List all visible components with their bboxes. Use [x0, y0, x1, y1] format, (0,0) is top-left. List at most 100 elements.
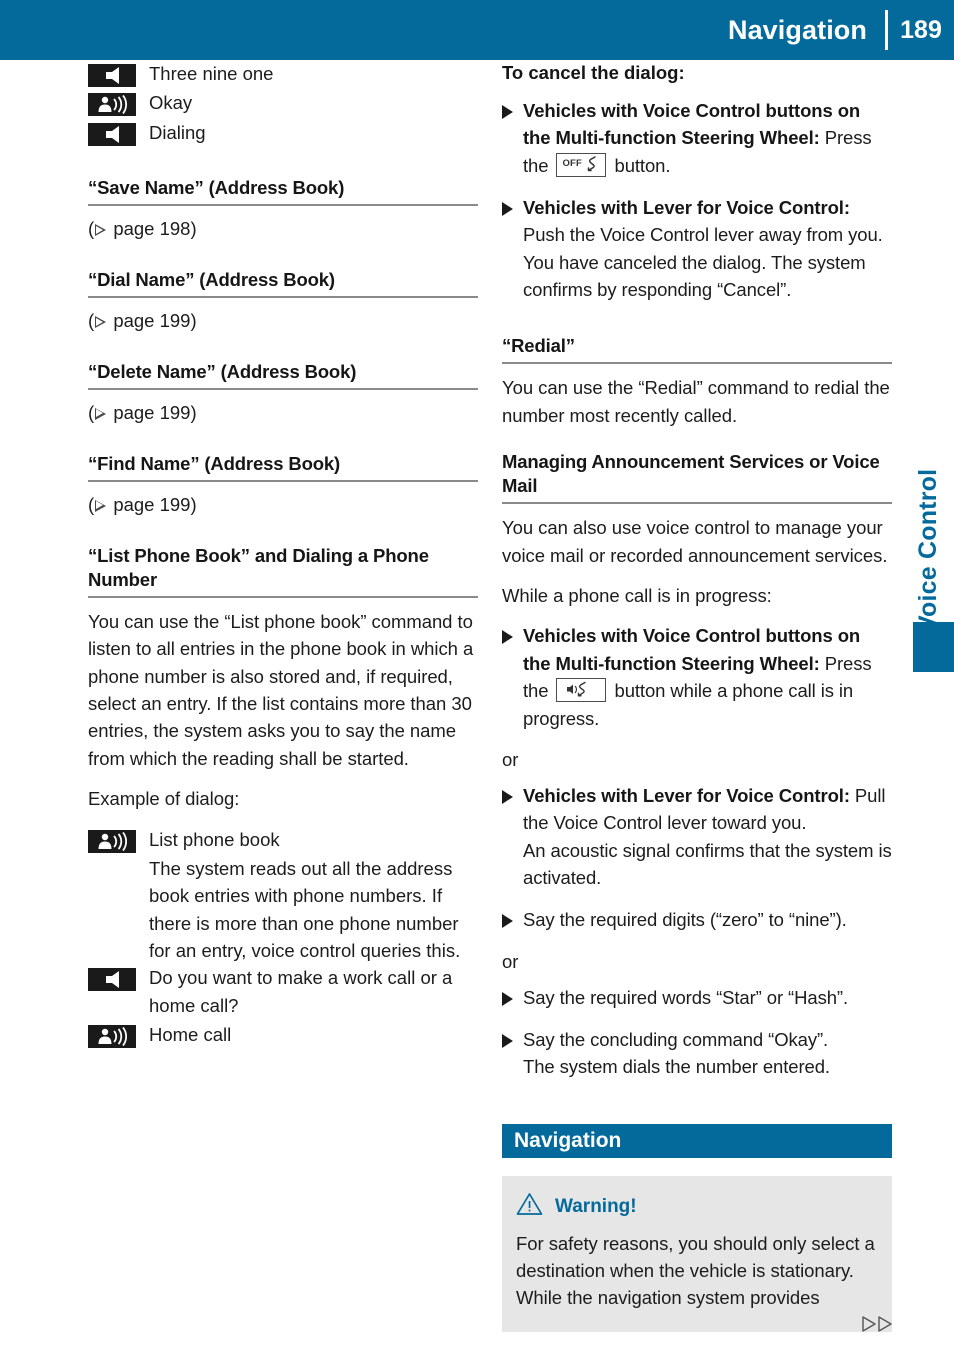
page-reference: ( page 199) [88, 402, 197, 424]
warning-triangle-icon [516, 1192, 543, 1221]
triangle-reference-icon [95, 408, 107, 421]
bullet-triangle-icon [502, 201, 513, 216]
page-reference-text[interactable]: page 198 [113, 218, 190, 239]
bullet-triangle-icon [502, 630, 513, 645]
bullet-item-cancel-mfsw: Vehicles with Voice Control buttons on t… [502, 97, 892, 179]
user-voice-icon [88, 93, 136, 117]
bullet-sub-text: The system dials the number entered. [523, 1056, 830, 1078]
left-column: Three nine one Okay Dialing “Save Name” … [88, 60, 478, 1051]
list-phone-book-body: You can use the “List phone book” comman… [88, 610, 474, 769]
hangup-off-button-icon[interactable]: OFF [556, 152, 607, 177]
bullet-text: Vehicles with Lever for Voice Control: P… [523, 782, 892, 892]
example-of-dialog-label: Example of dialog: [88, 788, 240, 810]
dialog-line-description: The system reads out all the address boo… [149, 857, 461, 962]
section-heading-announcement-services: Managing Announcement Services or Voice … [502, 450, 892, 505]
user-voice-icon [88, 1025, 136, 1049]
bullet-triangle-icon [502, 789, 513, 804]
dialog-line: List phone book [88, 826, 478, 853]
warning-title: Warning! [555, 1195, 637, 1217]
section-heading-save-name: “Save Name” (Address Book) [88, 176, 478, 207]
bullet-text: Say the required words “Star” or “Hash”. [523, 986, 849, 1008]
bullet-item-cancel-lever: Vehicles with Lever for Voice Control: P… [502, 194, 892, 304]
bullet-lead-bold: Vehicles with Lever for Voice Control: [523, 784, 850, 806]
bullet-text: Say the required digits (“zero” to “nine… [523, 909, 847, 931]
page-reference-text[interactable]: page 199 [113, 310, 190, 331]
warning-header: Warning! [516, 1192, 878, 1221]
right-column: To cancel the dialog: Vehicles with Voic… [502, 60, 892, 1332]
page-reference: ( page 199) [88, 493, 197, 515]
system-speaker-icon [88, 64, 136, 87]
page-header: Navigation 189 [0, 0, 954, 60]
dialog-block-example: List phone book The system reads out all… [88, 826, 478, 1049]
section-heading-delete-name: “Delete Name” (Address Book) [88, 360, 478, 391]
bullet-text: Say the concluding command “Okay”. The sy… [523, 1026, 830, 1081]
triangle-reference-icon [95, 224, 107, 237]
bullet-text-after-key: button. [609, 154, 671, 176]
page-reference-text[interactable]: page 199 [113, 494, 190, 515]
dialog-line: Do you want to make a work call or a hom… [88, 964, 478, 1019]
section-heading-find-name: “Find Name” (Address Book) [88, 452, 478, 482]
bullet-extra-line: You have canceled the dialog. The system… [523, 251, 866, 301]
section-heading-list-phone-book: “List Phone Book” and Dialing a Phone Nu… [88, 544, 478, 598]
bullet-text-body: Push the Voice Control lever away from y… [523, 224, 883, 246]
bullet-text: Vehicles with Lever for Voice Control: P… [523, 194, 892, 304]
or-label: or [502, 950, 519, 972]
bullet-lead-bold: Vehicles with Voice Control buttons on t… [523, 99, 861, 149]
system-speaker-icon [88, 968, 136, 992]
page-reference: ( page 198) [88, 218, 197, 240]
dialog-line-text: Home call [149, 1024, 232, 1046]
dialog-line: Okay [88, 89, 478, 117]
announcement-services-intro: While a phone call is in progress: [502, 585, 772, 607]
chapter-bar-label: Navigation [514, 1129, 622, 1153]
bullet-lead-bold: Vehicles with Voice Control buttons on t… [523, 625, 861, 674]
bullet-triangle-icon [502, 104, 513, 119]
continuation-marker [862, 1316, 896, 1337]
section-heading-redial: “Redial” [502, 334, 892, 365]
bullet-item-announce-lever: Vehicles with Lever for Voice Control: P… [502, 782, 892, 892]
bullet-triangle-icon [502, 914, 513, 929]
chapter-bar-navigation: Navigation [502, 1123, 892, 1158]
cancel-dialog-heading: To cancel the dialog: [502, 62, 685, 83]
page-reference-text[interactable]: page 199 [113, 402, 190, 423]
redial-body: You can use the “Redial” command to redi… [502, 377, 890, 426]
bullet-item-say-okay: Say the concluding command “Okay”. The sy… [502, 1026, 892, 1081]
system-speaker-icon [88, 122, 136, 146]
dialog-line: Three nine one [88, 60, 478, 87]
triangle-reference-icon [95, 499, 107, 512]
dialog-line-text: Do you want to make a work call or a hom… [149, 967, 453, 1016]
page-title: Navigation [727, 14, 867, 45]
warning-text: For safety reasons, you should only sele… [516, 1232, 875, 1309]
bullet-item-say-digits: Say the required digits (“zero” to “nine… [502, 906, 892, 933]
bullet-main-text: Say the concluding command “Okay”. [523, 1028, 829, 1050]
voice-talk-button-icon[interactable] [556, 678, 607, 703]
dialog-line-text: Okay [149, 92, 193, 114]
double-triangle-continuation-icon [862, 1316, 896, 1337]
dialog-line-text: Dialing [149, 121, 206, 143]
page-content: Three nine one Okay Dialing “Save Name” … [0, 60, 954, 1354]
bullet-item-say-words: Say the required words “Star” or “Hash”. [502, 984, 892, 1011]
bullet-lead-bold: Vehicles with Lever for Voice Control: [523, 196, 850, 218]
dialog-line: Dialing [88, 119, 478, 146]
or-label: or [502, 748, 519, 770]
dialog-line: Home call [88, 1021, 478, 1049]
dialog-block-top: Three nine one Okay Dialing [88, 60, 478, 146]
section-heading-dial-name: “Dial Name” (Address Book) [88, 268, 478, 299]
user-voice-icon [88, 829, 136, 853]
bullet-text: Vehicles with Voice Control buttons on t… [523, 97, 892, 179]
triangle-reference-icon [95, 316, 107, 329]
warning-box: Warning! For safety reasons, you should … [502, 1175, 892, 1332]
dialog-line-text: Three nine one [149, 63, 274, 84]
bullet-triangle-icon [502, 991, 513, 1006]
hangup-off-button-label: OFF [562, 157, 583, 169]
page-reference: ( page 199) [88, 310, 197, 332]
bullet-item-announce-mfsw: Vehicles with Voice Control buttons on t… [502, 622, 892, 732]
page-number: 189 [900, 15, 942, 44]
announcement-services-body: You can also use voice control to manage… [502, 517, 888, 566]
bullet-text: Vehicles with Voice Control buttons on t… [523, 622, 892, 732]
dialog-line-text: List phone book [149, 828, 280, 850]
bullet-triangle-icon [502, 1033, 513, 1048]
